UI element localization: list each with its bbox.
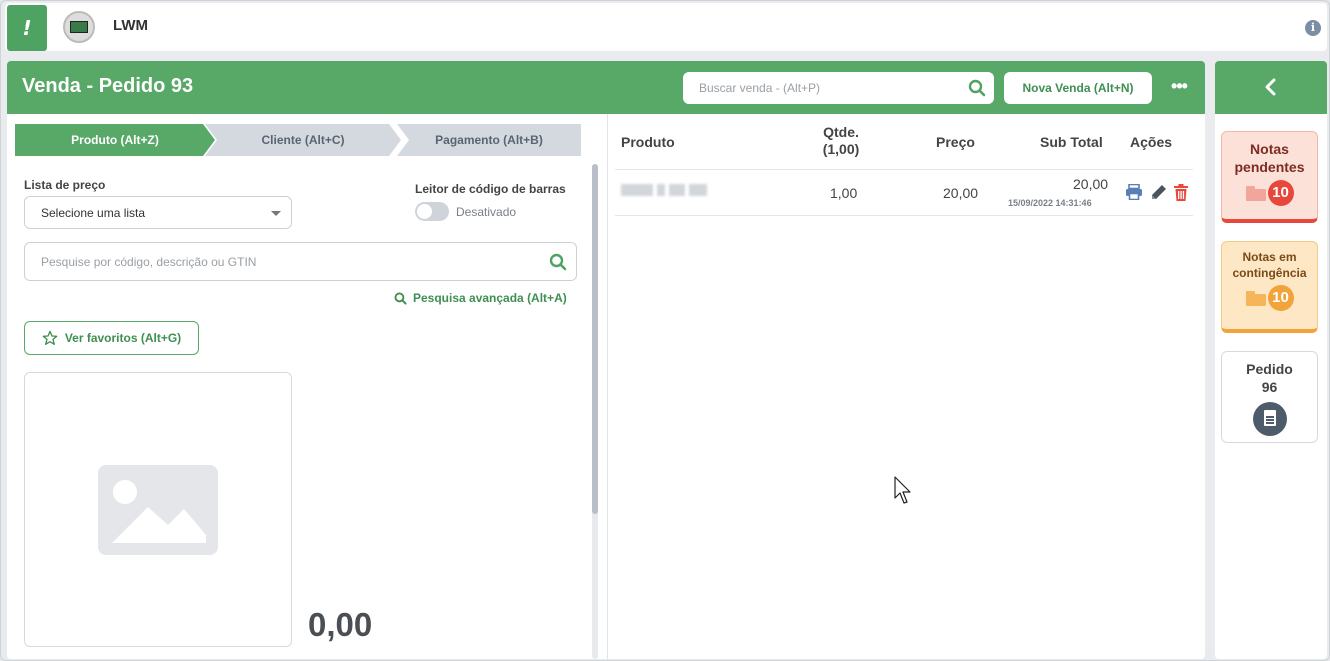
- cart-row-subtotal: 20,00: [1073, 176, 1109, 192]
- star-icon: [42, 330, 58, 345]
- print-icon[interactable]: [1125, 184, 1143, 200]
- sidebar-header: [1215, 61, 1327, 114]
- pending-notes-card[interactable]: Notas pendentes 10: [1221, 131, 1318, 223]
- checkout-steps: Produto (Alt+Z) Cliente (Alt+C) Pagament…: [15, 124, 581, 156]
- page-title: Venda - Pedido 93: [22, 75, 194, 97]
- order-card[interactable]: Pedido 96: [1221, 351, 1318, 443]
- cart-row-qty: 1,00: [830, 185, 858, 201]
- step-customer[interactable]: Cliente (Alt+C): [205, 124, 401, 156]
- product-search-input[interactable]: [25, 243, 535, 280]
- column-divider: [607, 114, 608, 659]
- search-icon[interactable]: [968, 79, 986, 97]
- col-header-subtotal: Sub Total: [1040, 134, 1103, 150]
- app-logo-glyph: !: [22, 16, 32, 40]
- document-icon: [1252, 402, 1287, 436]
- favorites-button[interactable]: Ver favoritos (Alt+G): [24, 321, 199, 355]
- header-divider: [615, 169, 1193, 170]
- cart-table: Produto Qtde. (1,00) Preço Sub Total Açõ…: [615, 114, 1199, 659]
- price-list-select[interactable]: Selecione uma lista: [24, 196, 292, 229]
- price-list-value: Selecione uma lista: [41, 206, 146, 220]
- barcode-reader-label: Leitor de código de barras: [415, 182, 566, 196]
- barcode-toggle[interactable]: [415, 202, 449, 221]
- product-column: Produto (Alt+Z) Cliente (Alt+C) Pagament…: [7, 114, 607, 659]
- app-logo-button[interactable]: !: [7, 5, 47, 51]
- barcode-state-label: Desativado: [456, 205, 517, 219]
- advanced-search-link[interactable]: Pesquisa avançada (Alt+A): [394, 290, 567, 306]
- sale-search-box[interactable]: [683, 72, 994, 104]
- entity-name: LWM: [113, 17, 148, 34]
- folder-icon: [1245, 290, 1266, 306]
- top-bar: ! LWM i: [5, 3, 1327, 51]
- mouse-cursor: [894, 476, 911, 504]
- product-image-box: [24, 372, 292, 647]
- sale-panel: Venda - Pedido 93 Nova Venda (Alt+N) •••…: [7, 61, 1205, 659]
- more-options-button[interactable]: •••: [1164, 75, 1194, 101]
- cart-row-price: 20,00: [943, 185, 979, 201]
- image-placeholder-icon: [98, 465, 218, 555]
- row-divider: [615, 215, 1193, 216]
- chevron-down-icon: [271, 211, 281, 216]
- step-product[interactable]: Produto (Alt+Z): [15, 124, 215, 156]
- search-icon[interactable]: [549, 253, 567, 271]
- right-sidebar: Notas pendentes 10 Notas em contingência…: [1215, 61, 1327, 659]
- contingency-notes-title: Notas em contingência: [1232, 250, 1307, 280]
- edit-icon[interactable]: [1150, 184, 1167, 201]
- contingency-notes-count: 10: [1267, 285, 1294, 311]
- step-payment[interactable]: Pagamento (Alt+B): [397, 124, 581, 156]
- advanced-search-label: Pesquisa avançada (Alt+A): [413, 291, 567, 305]
- cart-row-product-name-blurred: [621, 184, 707, 198]
- new-sale-button[interactable]: Nova Venda (Alt+N): [1004, 72, 1152, 104]
- search-icon: [394, 292, 407, 305]
- col-header-actions: Ações: [1130, 134, 1173, 150]
- col-header-product: Produto: [621, 134, 675, 150]
- folder-icon: [1245, 185, 1266, 201]
- info-icon[interactable]: i: [1305, 20, 1321, 36]
- entity-avatar[interactable]: [63, 11, 95, 43]
- favorites-label: Ver favoritos (Alt+G): [64, 331, 182, 345]
- pending-notes-count: 10: [1267, 180, 1294, 206]
- product-search-box[interactable]: [24, 242, 577, 281]
- scrollbar-thumb[interactable]: [592, 164, 598, 514]
- price-list-label: Lista de preço: [24, 178, 106, 192]
- sale-header: Venda - Pedido 93 Nova Venda (Alt+N) •••: [7, 61, 1205, 114]
- col-header-price: Preço: [936, 134, 975, 150]
- contingency-notes-card[interactable]: Notas em contingência 10: [1221, 241, 1318, 333]
- order-card-title: Pedido 96: [1246, 361, 1293, 395]
- sale-search-input[interactable]: [683, 72, 963, 104]
- product-column-scrollbar[interactable]: [592, 164, 598, 659]
- chevron-left-icon[interactable]: [1259, 75, 1283, 99]
- product-price-display: 0,00: [308, 606, 373, 643]
- col-header-qty: Qtde. (1,00): [822, 124, 860, 157]
- cart-row-timestamp: 15/09/2022 14:31:46: [1008, 198, 1092, 208]
- pending-notes-title: Notas pendentes: [1234, 141, 1305, 175]
- app-frame: ! LWM i Venda - Pedido 93 Nova Venda (Al…: [0, 0, 1330, 661]
- trash-icon[interactable]: [1173, 184, 1189, 201]
